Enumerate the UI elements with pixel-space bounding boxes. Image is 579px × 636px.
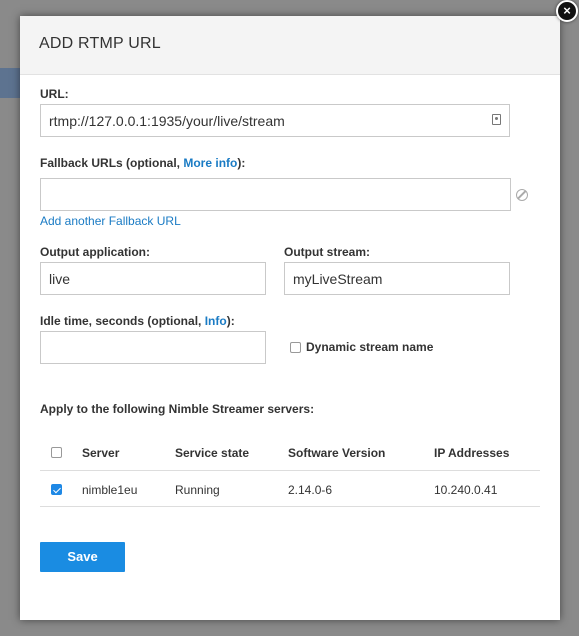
servers-heading: Apply to the following Nimble Streamer s… (40, 402, 315, 416)
idle-time-input[interactable] (40, 331, 266, 364)
column-header-server: Server (82, 446, 120, 460)
output-application-input[interactable]: live (40, 262, 266, 295)
clear-icon[interactable] (516, 189, 528, 201)
background-strip (0, 68, 20, 98)
column-header-service-state: Service state (175, 446, 250, 460)
column-header-software-version: Software Version (288, 446, 386, 460)
fallback-label-suffix: ): (237, 156, 246, 170)
server-row-checkbox[interactable] (51, 484, 62, 495)
url-value: rtmp://127.0.0.1:1935/your/live/stream (49, 113, 285, 129)
contact-card-icon[interactable] (492, 114, 501, 125)
save-button[interactable]: Save (40, 542, 125, 572)
column-header-ip-addresses: IP Addresses (434, 446, 510, 460)
output-stream-input[interactable]: myLiveStream (284, 262, 510, 295)
service-state: Running (175, 483, 220, 497)
dialog-header: ADD RTMP URL (20, 16, 560, 75)
add-rtmp-url-dialog: ADD RTMP URL URL: rtmp://127.0.0.1:1935/… (20, 16, 560, 620)
fallback-url-input[interactable] (40, 178, 511, 211)
fallback-label: Fallback URLs (optional, More info): (40, 156, 245, 170)
output-stream-value: myLiveStream (293, 271, 383, 287)
idle-time-label: Idle time, seconds (optional, Info): (40, 314, 235, 328)
fallback-more-info-link[interactable]: More info (183, 156, 237, 170)
dynamic-stream-name-label: Dynamic stream name (306, 340, 434, 354)
fallback-label-prefix: Fallback URLs (optional, (40, 156, 184, 170)
idle-time-label-prefix: Idle time, seconds (optional, (40, 314, 205, 328)
dialog-title: ADD RTMP URL (39, 35, 161, 52)
idle-time-info-link[interactable]: Info (205, 314, 227, 328)
table-row-divider (40, 506, 540, 507)
table-header-divider (40, 470, 540, 471)
url-label: URL: (40, 87, 69, 101)
url-input[interactable]: rtmp://127.0.0.1:1935/your/live/stream (40, 104, 510, 137)
software-version: 2.14.0-6 (288, 483, 333, 497)
output-application-value: live (49, 271, 71, 287)
ip-address: 10.240.0.41 (434, 483, 498, 497)
add-fallback-url-link[interactable]: Add another Fallback URL (40, 214, 181, 228)
close-icon[interactable]: × (556, 0, 578, 22)
dynamic-stream-name-checkbox[interactable] (290, 342, 301, 353)
output-stream-label: Output stream: (284, 245, 371, 259)
select-all-servers-checkbox[interactable] (51, 447, 62, 458)
output-application-label: Output application: (40, 245, 150, 259)
idle-time-label-suffix: ): (226, 314, 235, 328)
server-name: nimble1eu (82, 483, 138, 497)
